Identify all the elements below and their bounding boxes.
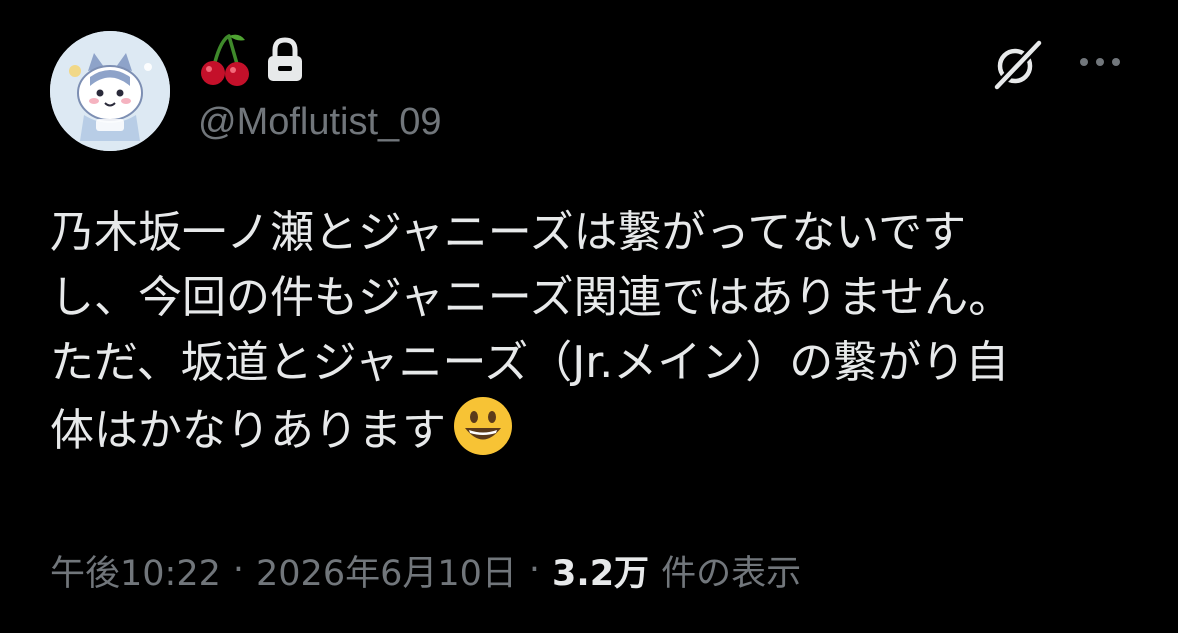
tweet-line: し、今回の件もジャニーズ関連ではありません。 — [50, 272, 1013, 323]
grok-icon — [993, 39, 1043, 91]
display-name[interactable] — [199, 34, 305, 90]
tweet-meta: 午後10:22 · 2026年6月10日 · 3.2万 件の表示 — [50, 540, 801, 600]
separator-dot: · — [232, 550, 245, 590]
tweet-line-text: 体はかなりあります — [50, 405, 446, 456]
tweet-date[interactable]: 2026年6月10日 — [256, 545, 517, 596]
views-label: 件の表示 — [661, 553, 802, 594]
more-options-icon — [1080, 58, 1120, 66]
separator-dot: · — [528, 550, 541, 590]
user-handle[interactable]: @Moflutist_09 — [198, 96, 441, 148]
avatar[interactable] — [50, 31, 170, 151]
tweet-text: 乃木坂一ノ瀬とジャニーズは繋がってないです し、今回の件もジャニーズ関連ではあり… — [50, 200, 1130, 460]
protected-lock-icon — [265, 37, 305, 87]
more-options-button[interactable] — [1072, 40, 1128, 84]
tweet-time[interactable]: 午後10:22 — [50, 545, 221, 596]
tweet-line: ただ、坂道とジャニーズ（Jr.メイン）の繋がり自 — [50, 337, 1010, 388]
cherries-emoji-icon — [199, 32, 251, 92]
views-count[interactable]: 3.2万 — [552, 545, 649, 596]
tweet-line: 乃木坂一ノ瀬とジャニーズは繋がってないです — [50, 207, 967, 258]
grinning-face-emoji-icon — [452, 395, 514, 457]
grok-button[interactable] — [988, 36, 1048, 92]
tweet-line-last: 体はかなりあります — [50, 395, 1130, 460]
avatar-image — [50, 31, 170, 151]
